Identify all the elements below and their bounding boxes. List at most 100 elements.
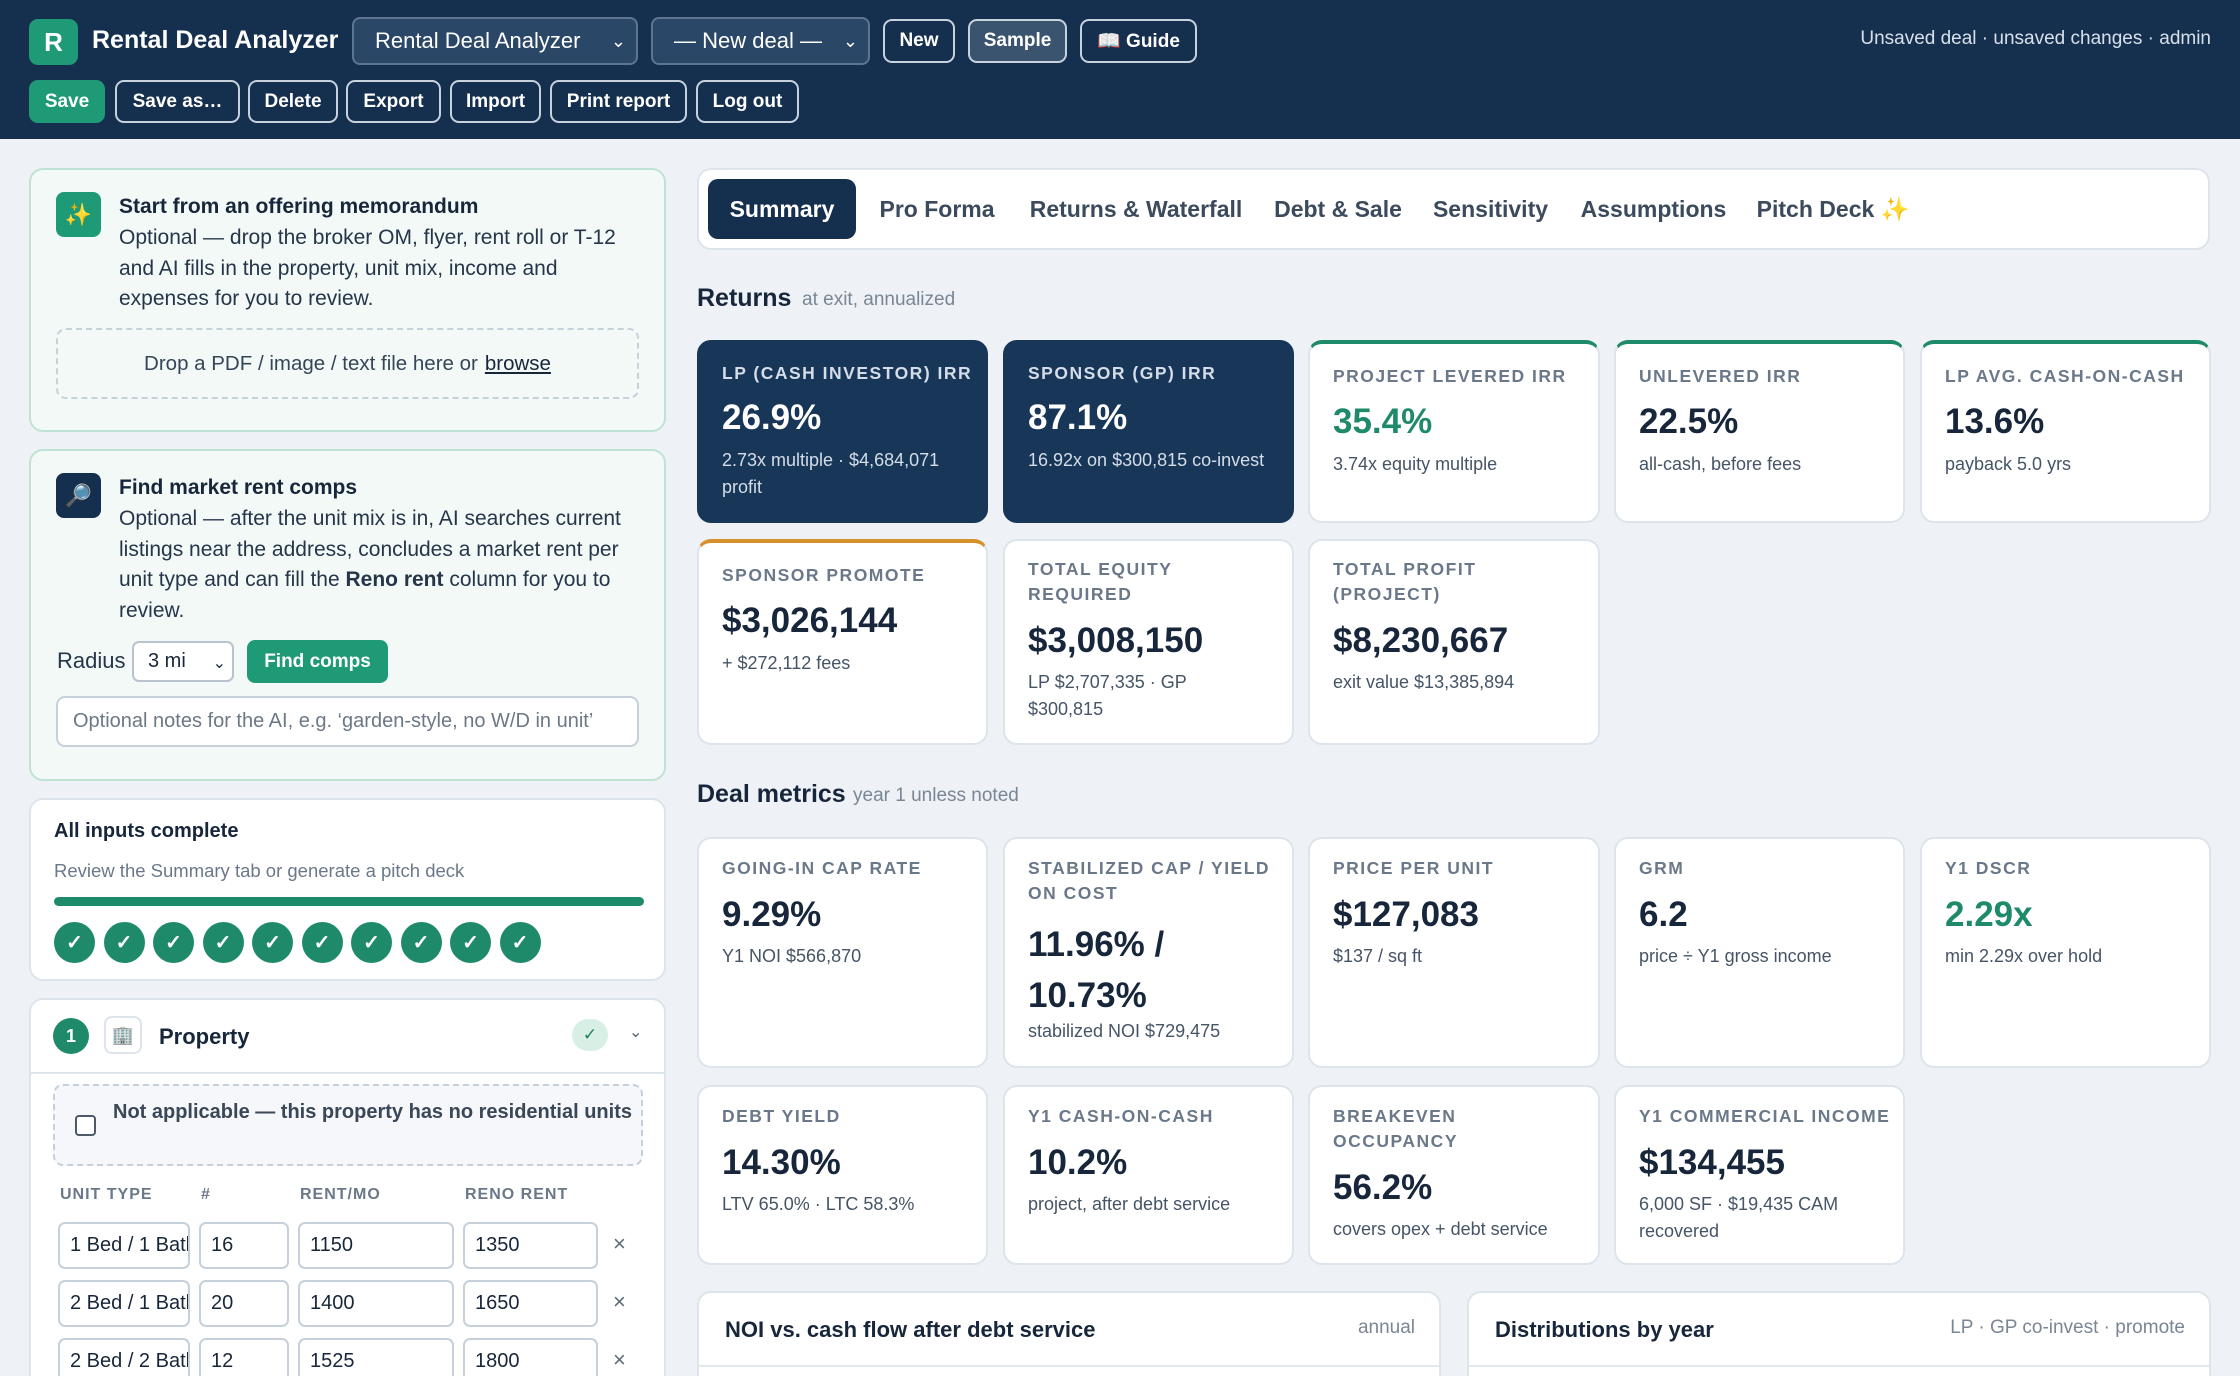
stabilized-cap-card: STABILIZED CAP / YIELD ON COST 11.96% / … bbox=[1003, 837, 1294, 1068]
distributions-panel: Distributions by year LP · GP co-invest … bbox=[1467, 1291, 2211, 1376]
om-card-text-3: expenses for you to review. bbox=[119, 287, 374, 310]
new-button[interactable]: New bbox=[883, 19, 955, 63]
tab-assumptions[interactable]: Assumptions bbox=[1571, 179, 1736, 239]
delete-button[interactable]: Delete bbox=[248, 80, 338, 123]
radius-value: 3 mi bbox=[148, 650, 186, 672]
kpi-value: 26.9% bbox=[722, 398, 822, 437]
kpi-label: STABILIZED CAP / YIELD ON COST bbox=[1028, 858, 1271, 903]
progress-title: All inputs complete bbox=[54, 820, 239, 842]
reno-rent-input[interactable]: 1650 bbox=[463, 1280, 598, 1327]
panel-title: Distributions by year bbox=[1495, 1317, 1714, 1342]
section-complete-check-icon[interactable]: ✓ bbox=[400, 922, 442, 963]
browse-link[interactable]: browse bbox=[485, 352, 551, 376]
unit-type-input[interactable]: 2 Bed / 2 Bath bbox=[58, 1338, 190, 1376]
kpi-label: PRICE PER UNIT bbox=[1333, 858, 1495, 878]
import-button[interactable]: Import bbox=[450, 80, 541, 123]
dscr-card: Y1 DSCR 2.29x min 2.29x over hold bbox=[1920, 837, 2211, 1068]
tab-pro-forma[interactable]: Pro Forma bbox=[866, 179, 1008, 239]
kpi-value: 2.29x bbox=[1945, 895, 2033, 934]
unlevered-irr-card: UNLEVERED IRR 22.5% all-cash, before fee… bbox=[1614, 340, 1905, 523]
section-complete-check-icon[interactable]: ✓ bbox=[153, 922, 194, 963]
unit-count-input[interactable]: 20 bbox=[199, 1280, 289, 1327]
section-complete-check-icon[interactable]: ✓ bbox=[103, 922, 145, 963]
offering-memo-card: ✨ Start from an offering memorandum Opti… bbox=[29, 168, 666, 432]
kpi-value: 22.5% bbox=[1639, 402, 1739, 441]
comps-card-text-4: review. bbox=[119, 598, 185, 622]
kpi-label: UNLEVERED IRR bbox=[1639, 366, 1802, 386]
tab-debt-sale[interactable]: Debt & Sale bbox=[1267, 179, 1409, 239]
kpi-label: SPONSOR (GP) IRR bbox=[1028, 363, 1217, 383]
no-residential-option[interactable]: Not applicable — this property has no re… bbox=[53, 1084, 643, 1166]
om-card-text-2: and AI fills in the property, unit mix, … bbox=[119, 256, 558, 280]
sample-button[interactable]: Sample bbox=[968, 19, 1067, 63]
cash-on-cash-card: Y1 CASH-ON-CASH 10.2% project, after deb… bbox=[1003, 1085, 1294, 1265]
radius-select[interactable]: 3 mi ⌄ bbox=[132, 641, 234, 682]
unit-type-input[interactable]: 2 Bed / 1 Bath bbox=[58, 1280, 190, 1327]
returns-subheading: at exit, annualized bbox=[802, 289, 956, 310]
unit-count-input[interactable]: 12 bbox=[199, 1338, 289, 1376]
tab-summary[interactable]: Summary bbox=[708, 179, 856, 239]
guide-button[interactable]: 📖 Guide bbox=[1080, 19, 1197, 63]
section-complete-check-icon[interactable]: ✓ bbox=[301, 922, 343, 963]
section-complete-check-icon[interactable]: ✓ bbox=[351, 922, 392, 963]
remove-row-icon[interactable]: × bbox=[613, 1347, 626, 1373]
print-report-button[interactable]: Print report bbox=[550, 80, 687, 123]
grm-card: GRM 6.2 price ÷ Y1 gross income bbox=[1614, 837, 1905, 1068]
kpi-subtext: Y1 NOI $566,870 bbox=[722, 946, 862, 966]
reno-rent-input[interactable]: 1350 bbox=[463, 1222, 598, 1269]
tab-sensitivity[interactable]: Sensitivity bbox=[1418, 179, 1563, 239]
kpi-subtext: all-cash, before fees bbox=[1639, 454, 1802, 474]
om-card-text-1: Optional — drop the broker OM, flyer, re… bbox=[119, 226, 616, 249]
sparkles-icon: ✨ bbox=[56, 192, 101, 237]
file-drop-zone[interactable]: Drop a PDF / image / text file here or b… bbox=[56, 328, 639, 399]
input-progress-card: All inputs complete Review the Summary t… bbox=[29, 798, 666, 981]
find-comps-button[interactable]: Find comps bbox=[247, 640, 388, 683]
comps-card-text-1: Optional — after the unit mix is in, AI … bbox=[119, 507, 621, 530]
cap-rate-card: GOING-IN CAP RATE 9.29% Y1 NOI $566,870 bbox=[697, 837, 988, 1068]
section-complete-check-icon[interactable]: ✓ bbox=[499, 922, 541, 963]
ai-notes-input[interactable]: Optional notes for the AI, e.g. ‘garden-… bbox=[56, 696, 639, 747]
logout-button[interactable]: Log out bbox=[696, 80, 799, 123]
deal-metrics-subheading: year 1 unless noted bbox=[853, 785, 1019, 806]
kpi-label: TOTAL PROFIT (PROJECT) bbox=[1333, 559, 1477, 604]
reno-rent-input[interactable]: 1800 bbox=[463, 1338, 598, 1376]
col-rent: RENT/MO bbox=[300, 1186, 381, 1203]
save-as-button[interactable]: Save as… bbox=[115, 80, 240, 123]
comps-card-text-2: listings near the address, concludes a m… bbox=[119, 537, 619, 561]
breakeven-occupancy-card: BREAKEVEN OCCUPANCY 56.2% covers opex + … bbox=[1308, 1085, 1600, 1265]
kpi-subtext: min 2.29x over hold bbox=[1945, 946, 2103, 966]
unit-type-input[interactable]: 1 Bed / 1 Bath bbox=[58, 1222, 190, 1269]
kpi-label: BREAKEVEN OCCUPANCY bbox=[1333, 1106, 1458, 1151]
section-complete-check-icon[interactable]: ✓ bbox=[252, 922, 293, 963]
rent-input[interactable]: 1150 bbox=[298, 1222, 454, 1269]
no-residential-checkbox[interactable] bbox=[75, 1115, 96, 1136]
deal-select[interactable]: — New deal — ⌄ bbox=[651, 17, 870, 65]
remove-row-icon[interactable]: × bbox=[613, 1231, 626, 1257]
export-button[interactable]: Export bbox=[346, 80, 441, 123]
kpi-subtext: covers opex + debt service bbox=[1333, 1219, 1548, 1239]
rent-input[interactable]: 1400 bbox=[298, 1280, 454, 1327]
tab-pitch-deck[interactable]: Pitch Deck ✨ bbox=[1747, 179, 1919, 239]
panel-title: NOI vs. cash flow after debt service bbox=[725, 1317, 1096, 1342]
collapse-chevron-icon[interactable]: ⌄ bbox=[629, 1022, 642, 1042]
kpi-subtext: stabilized NOI $729,475 bbox=[1028, 1021, 1221, 1041]
kpi-subtext: $137 / sq ft bbox=[1333, 946, 1423, 966]
model-select[interactable]: Rental Deal Analyzer ⌄ bbox=[352, 17, 638, 65]
save-button[interactable]: Save bbox=[29, 80, 105, 123]
remove-row-icon[interactable]: × bbox=[613, 1289, 626, 1315]
kpi-label: GRM bbox=[1639, 858, 1685, 878]
progress-bar bbox=[54, 897, 644, 906]
kpi-subtext: 2.73x multiple · $4,684,071 profit bbox=[722, 450, 940, 497]
unit-count-input[interactable]: 16 bbox=[199, 1222, 289, 1269]
kpi-label: Y1 COMMERCIAL INCOME bbox=[1639, 1106, 1891, 1126]
kpi-value: 87.1% bbox=[1028, 398, 1128, 437]
commercial-income-card: Y1 COMMERCIAL INCOME $134,455 6,000 SF ·… bbox=[1614, 1085, 1905, 1265]
rent-input[interactable]: 1525 bbox=[298, 1338, 454, 1376]
section-complete-check-icon[interactable]: ✓ bbox=[54, 922, 95, 963]
no-residential-label: Not applicable — this property has no re… bbox=[113, 1101, 632, 1123]
section-complete-check-icon[interactable]: ✓ bbox=[450, 922, 491, 963]
section-complete-check-icon[interactable]: ✓ bbox=[202, 922, 244, 963]
tab-returns-waterfall[interactable]: Returns & Waterfall bbox=[1016, 179, 1256, 239]
magnifier-icon: 🔎 bbox=[56, 473, 101, 518]
kpi-label: LP (CASH INVESTOR) IRR bbox=[722, 363, 973, 383]
